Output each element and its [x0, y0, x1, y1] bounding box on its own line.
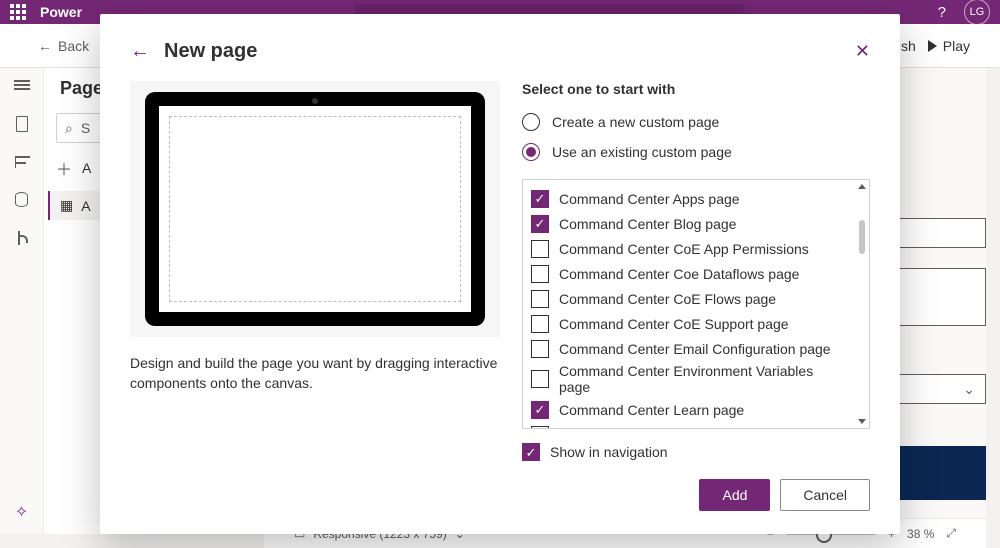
artboard-placeholder [169, 116, 461, 302]
radio-create-new[interactable]: Create a new custom page [522, 113, 870, 131]
checkbox[interactable] [531, 240, 549, 258]
radio-use-existing[interactable]: Use an existing custom page [522, 143, 870, 161]
show-in-nav-label: Show in navigation [550, 444, 668, 460]
radio-label: Create a new custom page [552, 114, 719, 130]
page-preview [130, 81, 500, 337]
page-option[interactable]: Command Center Email Configuration page [531, 336, 847, 361]
radio-label: Use an existing custom page [552, 144, 732, 160]
cancel-button[interactable]: Cancel [780, 479, 870, 511]
page-option[interactable]: Command Center Environment Variables pag… [531, 361, 847, 397]
page-description: Design and build the page you want by dr… [130, 353, 500, 394]
checkbox[interactable] [531, 290, 549, 308]
page-option-label: Command Center Blog page [559, 216, 736, 232]
new-page-dialog: ← New page ✕ Design and build the page y… [100, 14, 900, 534]
cancel-button-label: Cancel [803, 487, 847, 503]
page-option[interactable]: Command Center CoE Flows page [531, 286, 847, 311]
dialog-title: New page [164, 40, 257, 63]
page-option-label: Command Center Coe Dataflows page [559, 266, 799, 282]
radio-icon [522, 143, 540, 161]
page-option-label: Command Center CoE App Permissions [559, 241, 809, 257]
tablet-frame [145, 92, 485, 326]
page-option-label: Command Center CoE Flows page [559, 291, 776, 307]
page-option[interactable]: Command Center Maker Apps [531, 422, 847, 428]
checkbox[interactable] [531, 190, 549, 208]
checkbox[interactable] [531, 265, 549, 283]
page-option-label: Command Center Maker Apps [559, 427, 747, 429]
dialog-back-icon[interactable]: ← [130, 40, 150, 63]
scroll-up-icon[interactable] [858, 184, 866, 189]
checkbox[interactable] [531, 315, 549, 333]
page-option[interactable]: Command Center Blog page [531, 211, 847, 236]
scrollbar[interactable] [857, 184, 867, 424]
close-icon[interactable]: ✕ [855, 41, 870, 62]
checkbox[interactable] [531, 426, 549, 429]
add-button-label: Add [722, 487, 747, 503]
scroll-thumb[interactable] [859, 220, 865, 254]
page-option[interactable]: Command Center CoE Support page [531, 311, 847, 336]
checkbox[interactable] [531, 401, 549, 419]
show-in-nav-checkbox[interactable] [522, 443, 540, 461]
page-option-label: Command Center CoE Support page [559, 316, 789, 332]
page-option-label: Command Center Environment Variables pag… [559, 363, 847, 395]
page-option[interactable]: Command Center Apps page [531, 186, 847, 211]
checkbox[interactable] [531, 340, 549, 358]
add-button[interactable]: Add [699, 479, 770, 511]
page-option[interactable]: Command Center CoE App Permissions [531, 236, 847, 261]
checkbox[interactable] [531, 215, 549, 233]
radio-icon [522, 113, 540, 131]
page-option-label: Command Center Apps page [559, 191, 740, 207]
scroll-down-icon[interactable] [858, 419, 866, 424]
checkbox[interactable] [531, 370, 549, 388]
select-heading: Select one to start with [522, 81, 870, 97]
modal-overlay: ← New page ✕ Design and build the page y… [0, 0, 1000, 548]
existing-pages-list: Command Center Apps page Command Center B… [522, 179, 870, 429]
page-option-label: Command Center Email Configuration page [559, 341, 831, 357]
page-option[interactable]: Command Center Coe Dataflows page [531, 261, 847, 286]
page-option-label: Command Center Learn page [559, 402, 744, 418]
page-option[interactable]: Command Center Learn page [531, 397, 847, 422]
